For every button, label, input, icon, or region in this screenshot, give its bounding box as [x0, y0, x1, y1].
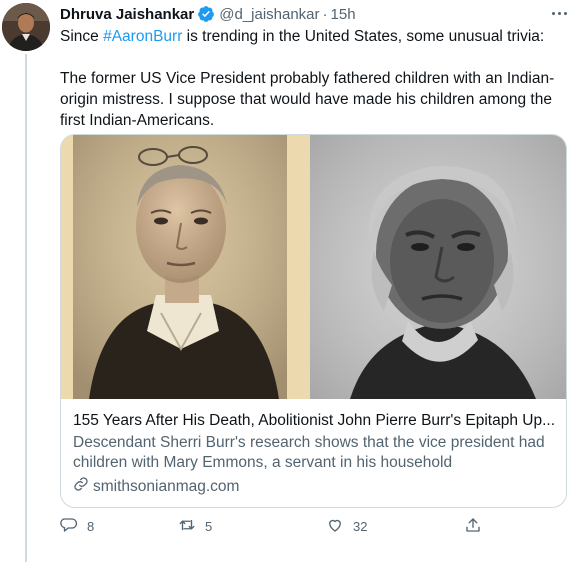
- verified-badge-icon: [197, 5, 215, 23]
- reply-button[interactable]: 8: [60, 514, 94, 538]
- tweet-text: Since #AaronBurr is trending in the Unit…: [60, 26, 565, 131]
- retweet-icon: [178, 516, 196, 537]
- more-icon[interactable]: [547, 4, 571, 22]
- separator-dot: ·: [322, 5, 328, 23]
- reply-icon: [60, 516, 78, 537]
- card-body[interactable]: 155 Years After His Death, Abolitionist …: [73, 411, 558, 498]
- like-button[interactable]: 32: [326, 514, 367, 538]
- portrait-john-pierre-burr-image: [310, 135, 566, 399]
- card-title[interactable]: 155 Years After His Death, Abolitionist …: [73, 411, 558, 431]
- timestamp[interactable]: 15h: [331, 6, 356, 23]
- hashtag-link[interactable]: #AaronBurr: [103, 28, 182, 45]
- reply-count: 8: [87, 518, 95, 534]
- author-handle[interactable]: @d_jaishankar: [219, 6, 319, 23]
- thread-line: [25, 54, 27, 562]
- card-domain[interactable]: smithsonianmag.com: [73, 476, 558, 498]
- link-card[interactable]: 155 Years After His Death, Abolitionist …: [60, 134, 567, 508]
- share-button[interactable]: [464, 514, 482, 538]
- tweet-header: Dhruva Jaishankar @d_jaishankar · 15h: [60, 3, 356, 25]
- share-icon: [464, 516, 482, 537]
- card-description: Descendant Sherri Burr's research shows …: [73, 434, 545, 471]
- author-name[interactable]: Dhruva Jaishankar: [60, 6, 194, 23]
- tweet[interactable]: Dhruva Jaishankar @d_jaishankar · 15h Si…: [0, 0, 585, 562]
- text-segment: Since: [60, 28, 104, 45]
- avatar[interactable]: [2, 3, 50, 51]
- tweet-paragraph-2: The former US Vice President probably fa…: [60, 70, 555, 129]
- portrait-aaron-burr-image: [61, 135, 310, 399]
- tweet-paragraph-1: Since #AaronBurr is trending in the Unit…: [60, 26, 565, 47]
- like-count: 32: [353, 518, 368, 534]
- retweet-button[interactable]: 5: [178, 514, 212, 538]
- text-segment: is trending in the United States, some u…: [182, 28, 545, 45]
- link-icon: [73, 476, 89, 498]
- action-bar: 8 5 32: [60, 514, 480, 538]
- card-image[interactable]: [61, 135, 566, 399]
- card-domain-text: smithsonianmag.com: [93, 478, 240, 495]
- like-icon: [326, 516, 344, 537]
- retweet-count: 5: [205, 518, 213, 534]
